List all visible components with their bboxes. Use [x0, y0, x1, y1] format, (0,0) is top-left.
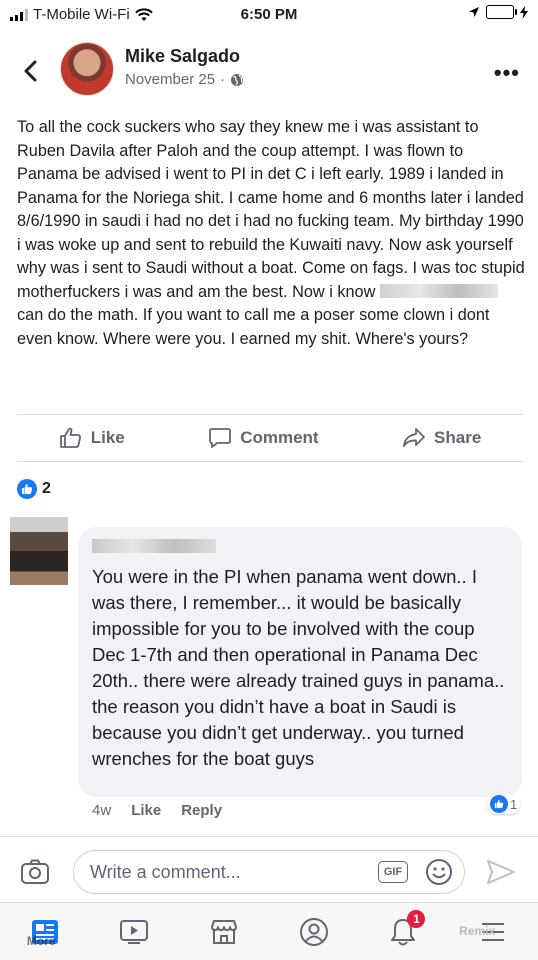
- reactions-summary[interactable]: 2: [17, 479, 51, 499]
- comment-composer: GIF: [0, 836, 538, 902]
- bottom-tab-bar: More 1 Remix: [0, 902, 538, 960]
- camera-icon: [21, 859, 49, 884]
- comment-button[interactable]: Comment: [208, 426, 319, 450]
- share-label: Share: [434, 428, 482, 447]
- blurred-name: [379, 283, 498, 298]
- globe-icon: [231, 73, 244, 86]
- tab-news-feed[interactable]: More: [25, 912, 65, 952]
- post-text-part2: can do the math. If you want to call me …: [17, 306, 490, 348]
- comment-reaction-badge[interactable]: 1: [487, 794, 521, 814]
- back-button[interactable]: [18, 56, 42, 86]
- comment-meta: 4w Like Reply: [92, 802, 222, 819]
- share-arrow-icon: [403, 428, 425, 447]
- tab-notifications[interactable]: 1: [383, 909, 426, 952]
- like-reaction-icon: [17, 479, 37, 499]
- camera-button[interactable]: [20, 859, 52, 890]
- post-header: Mike Salgado November 25 · •••: [0, 30, 538, 114]
- storefront-icon: [211, 919, 238, 944]
- like-button[interactable]: Like: [59, 426, 125, 450]
- like-label: Like: [90, 428, 125, 447]
- clock: 6:50 PM: [240, 6, 298, 23]
- meta-separator: ·: [220, 71, 226, 88]
- comment-reaction-count: 1: [510, 796, 518, 812]
- reactions-count: 2: [42, 480, 51, 497]
- commenter-avatar[interactable]: [10, 517, 68, 585]
- remix-overlay-text: Remix: [459, 923, 496, 938]
- author-avatar[interactable]: [60, 42, 114, 96]
- post-meta: November 25 ·: [125, 71, 244, 88]
- more-overlay-text: More: [26, 933, 56, 948]
- like-reaction-icon: [490, 795, 508, 813]
- tab-watch[interactable]: [114, 912, 154, 952]
- location-arrow-icon: [469, 7, 479, 17]
- send-button[interactable]: [486, 859, 516, 890]
- post-action-bar: Like Comment Share: [17, 414, 523, 462]
- comment-age: 4w: [92, 802, 112, 819]
- video-play-icon: [120, 919, 149, 944]
- comment-text: You were in the PI when panama went down…: [92, 566, 505, 769]
- emoji-button[interactable]: [425, 858, 453, 891]
- thumbs-up-icon: [59, 427, 81, 448]
- post-date[interactable]: November 25: [125, 71, 215, 88]
- comment-like-button[interactable]: Like: [131, 802, 161, 819]
- tab-profile[interactable]: [294, 912, 334, 952]
- tab-marketplace[interactable]: [204, 912, 244, 952]
- author-name[interactable]: Mike Salgado: [125, 46, 240, 67]
- comment-label: Comment: [240, 428, 319, 447]
- commenter-name-blurred: [92, 539, 216, 553]
- speech-bubble-icon: [209, 428, 232, 448]
- post-text: To all the cock suckers who say they kne…: [17, 116, 525, 351]
- comment-bubble: You were in the PI when panama went down…: [78, 527, 522, 797]
- send-arrow-icon: [487, 860, 515, 884]
- status-right: [468, 5, 528, 19]
- more-options-icon[interactable]: •••: [494, 60, 520, 86]
- charging-bolt-icon: [520, 5, 528, 19]
- comment-reply-button[interactable]: Reply: [181, 802, 222, 819]
- tab-menu[interactable]: Remix: [459, 912, 513, 952]
- profile-icon: [299, 917, 328, 946]
- gif-button[interactable]: GIF: [378, 861, 408, 883]
- smiley-icon: [426, 859, 452, 885]
- status-bar: T-Mobile Wi-Fi 6:50 PM: [0, 0, 538, 30]
- chevron-left-icon: [24, 60, 37, 82]
- post-text-part1: To all the cock suckers who say they kne…: [17, 118, 525, 301]
- notifications-badge: 1: [407, 909, 426, 928]
- share-button[interactable]: Share: [402, 426, 481, 450]
- battery-icon: [486, 5, 517, 19]
